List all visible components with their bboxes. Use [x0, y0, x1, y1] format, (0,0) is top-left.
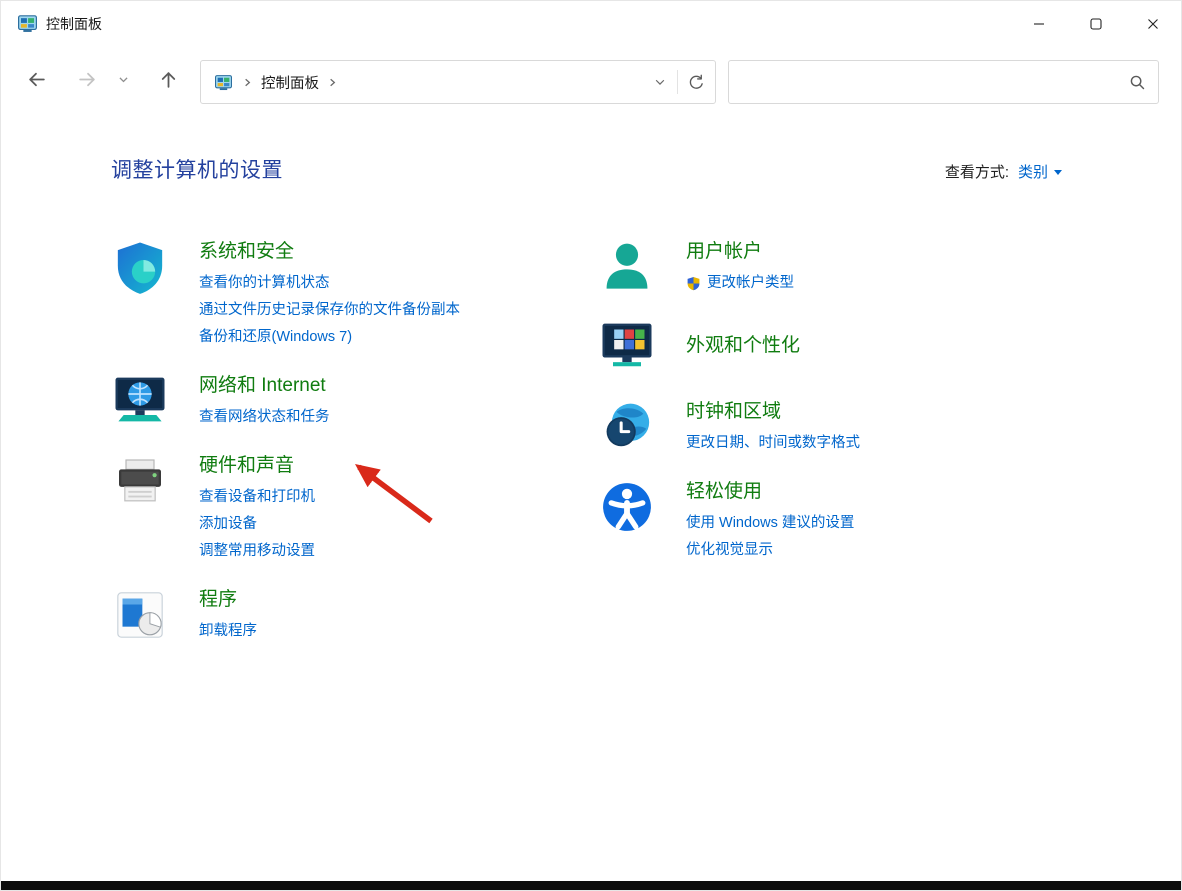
refresh-button[interactable]	[688, 74, 705, 91]
category-title[interactable]: 时钟和区域	[686, 399, 860, 425]
recent-pages-dropdown[interactable]	[112, 65, 134, 99]
ease-of-access-icon[interactable]	[598, 479, 656, 537]
task-link[interactable]: 优化视觉显示	[686, 537, 854, 564]
task-link[interactable]: 通过文件历史记录保存你的文件备份副本	[199, 297, 460, 324]
chevron-down-icon	[1054, 170, 1062, 175]
main-content: 调整计算机的设置 查看方式: 类别 系统和安全 查看你的计算机状态通过文件历史记…	[1, 154, 1181, 667]
category-task-links: 使用 Windows 建议的设置优化视觉显示	[686, 510, 854, 564]
category-columns: 系统和安全 查看你的计算机状态通过文件历史记录保存你的文件备份副本备份和还原(W…	[111, 239, 1062, 667]
bottom-black-bar	[1, 881, 1181, 890]
task-link[interactable]: 使用 Windows 建议的设置	[686, 510, 854, 537]
task-link-label: 调整常用移动设置	[199, 538, 315, 565]
view-by-value: 类别	[1018, 161, 1048, 182]
task-link-label: 优化视觉显示	[686, 537, 773, 564]
titlebar: 控制面板	[1, 1, 1181, 46]
hardware-printer-icon[interactable]	[111, 453, 169, 511]
task-link[interactable]: 添加设备	[199, 511, 315, 538]
back-icon	[26, 69, 47, 95]
window-controls	[1010, 1, 1181, 46]
task-link-label: 查看设备和打印机	[199, 484, 315, 511]
up-button[interactable]	[151, 65, 185, 99]
clock-region-icon[interactable]	[598, 399, 656, 457]
address-bar[interactable]: 控制面板	[200, 60, 716, 104]
task-link-label: 备份和还原(Windows 7)	[199, 324, 352, 351]
task-link-label: 卸载程序	[199, 618, 257, 645]
category-title[interactable]: 用户帐户	[686, 239, 794, 265]
back-button[interactable]	[19, 65, 53, 99]
category-item: 程序 卸载程序	[111, 587, 598, 645]
view-by-control: 查看方式: 类别	[945, 161, 1062, 182]
task-link-label: 查看网络状态和任务	[199, 404, 330, 431]
category-task-links: 更改帐户类型	[686, 270, 794, 297]
view-by-label: 查看方式:	[945, 161, 1009, 182]
task-link[interactable]: 查看设备和打印机	[199, 484, 315, 511]
category-column-right: 用户帐户 更改帐户类型 外观和个性化 时钟和区域 更改日期、时间或数字格式 轻松…	[598, 239, 1062, 667]
task-link-label: 更改日期、时间或数字格式	[686, 430, 860, 457]
task-link-label: 查看你的计算机状态	[199, 270, 330, 297]
task-link[interactable]: 查看网络状态和任务	[199, 404, 330, 431]
navigation-bar: 控制面板	[1, 52, 1181, 112]
category-item: 网络和 Internet 查看网络状态和任务	[111, 373, 598, 431]
close-button[interactable]	[1124, 1, 1181, 46]
category-item: 外观和个性化	[598, 319, 1062, 377]
search-box	[728, 60, 1159, 104]
category-task-links: 卸载程序	[199, 618, 257, 645]
search-input[interactable]	[741, 61, 1120, 103]
category-task-links: 更改日期、时间或数字格式	[686, 430, 860, 457]
network-internet-icon[interactable]	[111, 373, 169, 431]
minimize-button[interactable]	[1010, 1, 1067, 46]
address-dropdown-button[interactable]	[653, 75, 667, 89]
uac-shield-icon	[686, 276, 701, 291]
task-link[interactable]: 查看你的计算机状态	[199, 270, 460, 297]
task-link[interactable]: 更改日期、时间或数字格式	[686, 430, 860, 457]
programs-icon[interactable]	[111, 587, 169, 645]
task-link-label: 使用 Windows 建议的设置	[686, 510, 854, 537]
address-divider	[677, 70, 678, 94]
category-title[interactable]: 轻松使用	[686, 479, 854, 505]
window-title: 控制面板	[46, 14, 102, 34]
task-link-label: 更改帐户类型	[707, 270, 794, 297]
task-link-label: 通过文件历史记录保存你的文件备份副本	[199, 297, 460, 324]
category-title[interactable]: 外观和个性化	[686, 333, 800, 359]
control-panel-window: 控制面板	[0, 0, 1182, 891]
category-title[interactable]: 网络和 Internet	[199, 373, 330, 399]
breadcrumb-separator-icon	[242, 77, 253, 88]
category-task-links: 查看你的计算机状态通过文件历史记录保存你的文件备份副本备份和还原(Windows…	[199, 270, 460, 351]
breadcrumb-item-control-panel[interactable]: 控制面板	[259, 70, 321, 95]
task-link[interactable]: 更改帐户类型	[686, 270, 794, 297]
category-item: 用户帐户 更改帐户类型	[598, 239, 1062, 297]
control-panel-icon	[18, 14, 37, 33]
breadcrumb-separator-icon	[327, 77, 338, 88]
security-shield-icon[interactable]	[111, 239, 169, 297]
category-item: 轻松使用 使用 Windows 建议的设置优化视觉显示	[598, 479, 1062, 564]
user-accounts-icon[interactable]	[598, 239, 656, 297]
forward-icon	[77, 69, 98, 95]
task-link-label: 添加设备	[199, 511, 257, 538]
search-icon[interactable]	[1128, 73, 1146, 91]
control-panel-icon	[215, 74, 232, 91]
view-by-dropdown[interactable]: 类别	[1018, 161, 1062, 182]
category-item: 硬件和声音 查看设备和打印机添加设备调整常用移动设置	[111, 453, 598, 565]
category-item: 系统和安全 查看你的计算机状态通过文件历史记录保存你的文件备份副本备份和还原(W…	[111, 239, 598, 351]
maximize-button[interactable]	[1067, 1, 1124, 46]
category-task-links: 查看网络状态和任务	[199, 404, 330, 431]
category-title[interactable]: 程序	[199, 587, 257, 613]
forward-button[interactable]	[70, 65, 104, 99]
task-link[interactable]: 卸载程序	[199, 618, 257, 645]
category-title[interactable]: 系统和安全	[199, 239, 460, 265]
category-column-left: 系统和安全 查看你的计算机状态通过文件历史记录保存你的文件备份副本备份和还原(W…	[111, 239, 598, 667]
page-title: 调整计算机的设置	[111, 154, 283, 184]
up-icon	[158, 69, 179, 95]
category-task-links: 查看设备和打印机添加设备调整常用移动设置	[199, 484, 315, 565]
category-item: 时钟和区域 更改日期、时间或数字格式	[598, 399, 1062, 457]
recent-pages-chevron-icon	[117, 73, 130, 91]
task-link[interactable]: 调整常用移动设置	[199, 538, 315, 565]
task-link[interactable]: 备份和还原(Windows 7)	[199, 324, 460, 351]
category-title[interactable]: 硬件和声音	[199, 453, 315, 479]
personalization-icon[interactable]	[598, 319, 656, 377]
